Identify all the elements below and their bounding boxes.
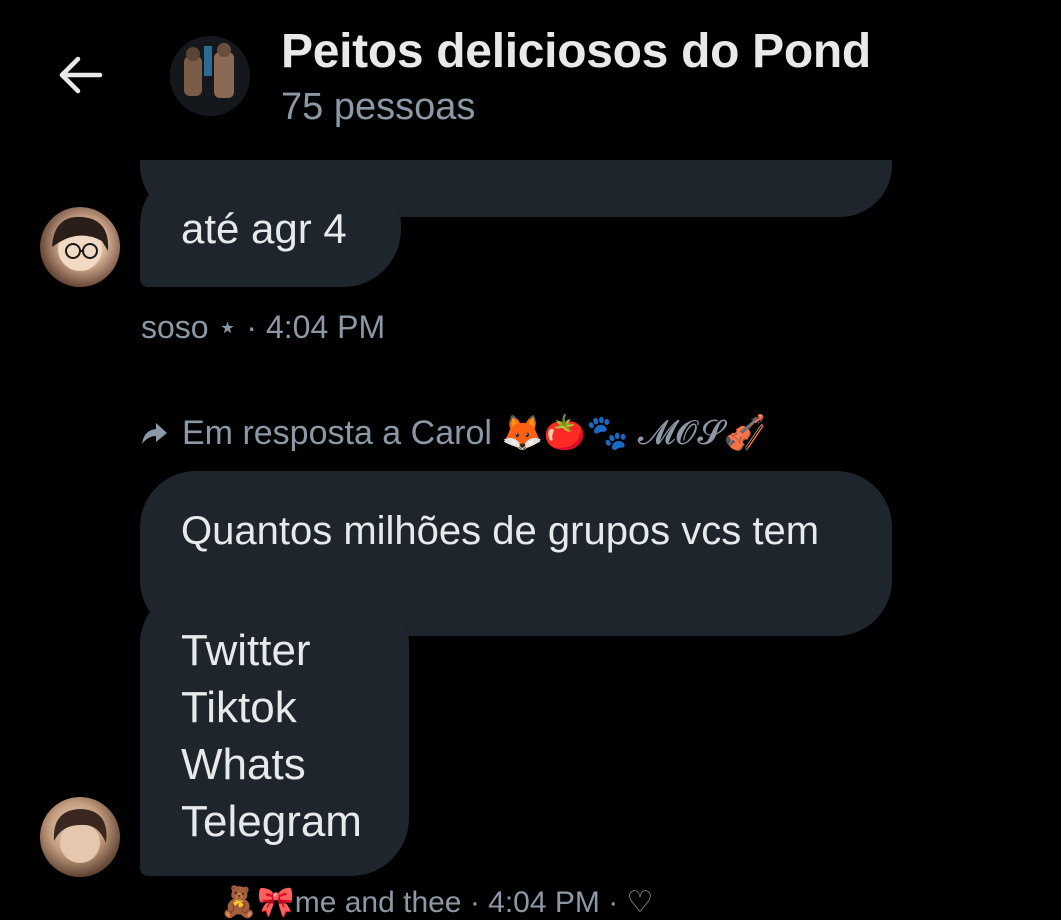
group-avatar[interactable] [170, 36, 250, 116]
member-count: 75 pessoas [281, 86, 476, 128]
message-meta: 🧸🎀me and thee · 4:04 PM · ♡ [220, 886, 654, 919]
message-text: Quantos milhões de grupos vcs tem [181, 509, 820, 553]
back-button[interactable] [52, 52, 108, 102]
message-line: Twitter [181, 626, 311, 675]
arrow-left-icon [56, 55, 104, 100]
reply-context[interactable]: Em resposta a Carol 🦊🍅🐾 𝓜𝓞𝓢🎻 [140, 413, 766, 453]
message-line: Whats [181, 740, 306, 789]
message-text: até agr 4 [181, 205, 347, 252]
message-meta: soso ⋆ · 4:04 PM [141, 309, 386, 345]
message-line: Telegram [181, 797, 362, 846]
message-bubble[interactable]: Twitter Tiktok Whats Telegram [140, 586, 409, 876]
avatar[interactable] [40, 797, 120, 877]
reply-arrow-icon [140, 420, 168, 446]
conversation-header: Peitos deliciosos do Pond 75 pessoas [0, 0, 1061, 150]
message-bubble[interactable]: até agr 4 [140, 167, 401, 287]
conversation-title: Peitos deliciosos do Pond [281, 25, 871, 78]
reply-to-text: Em resposta a Carol 🦊🍅🐾 𝓜𝓞𝓢🎻 [182, 414, 766, 452]
message-line: Tiktok [181, 683, 297, 732]
avatar[interactable] [40, 207, 120, 287]
